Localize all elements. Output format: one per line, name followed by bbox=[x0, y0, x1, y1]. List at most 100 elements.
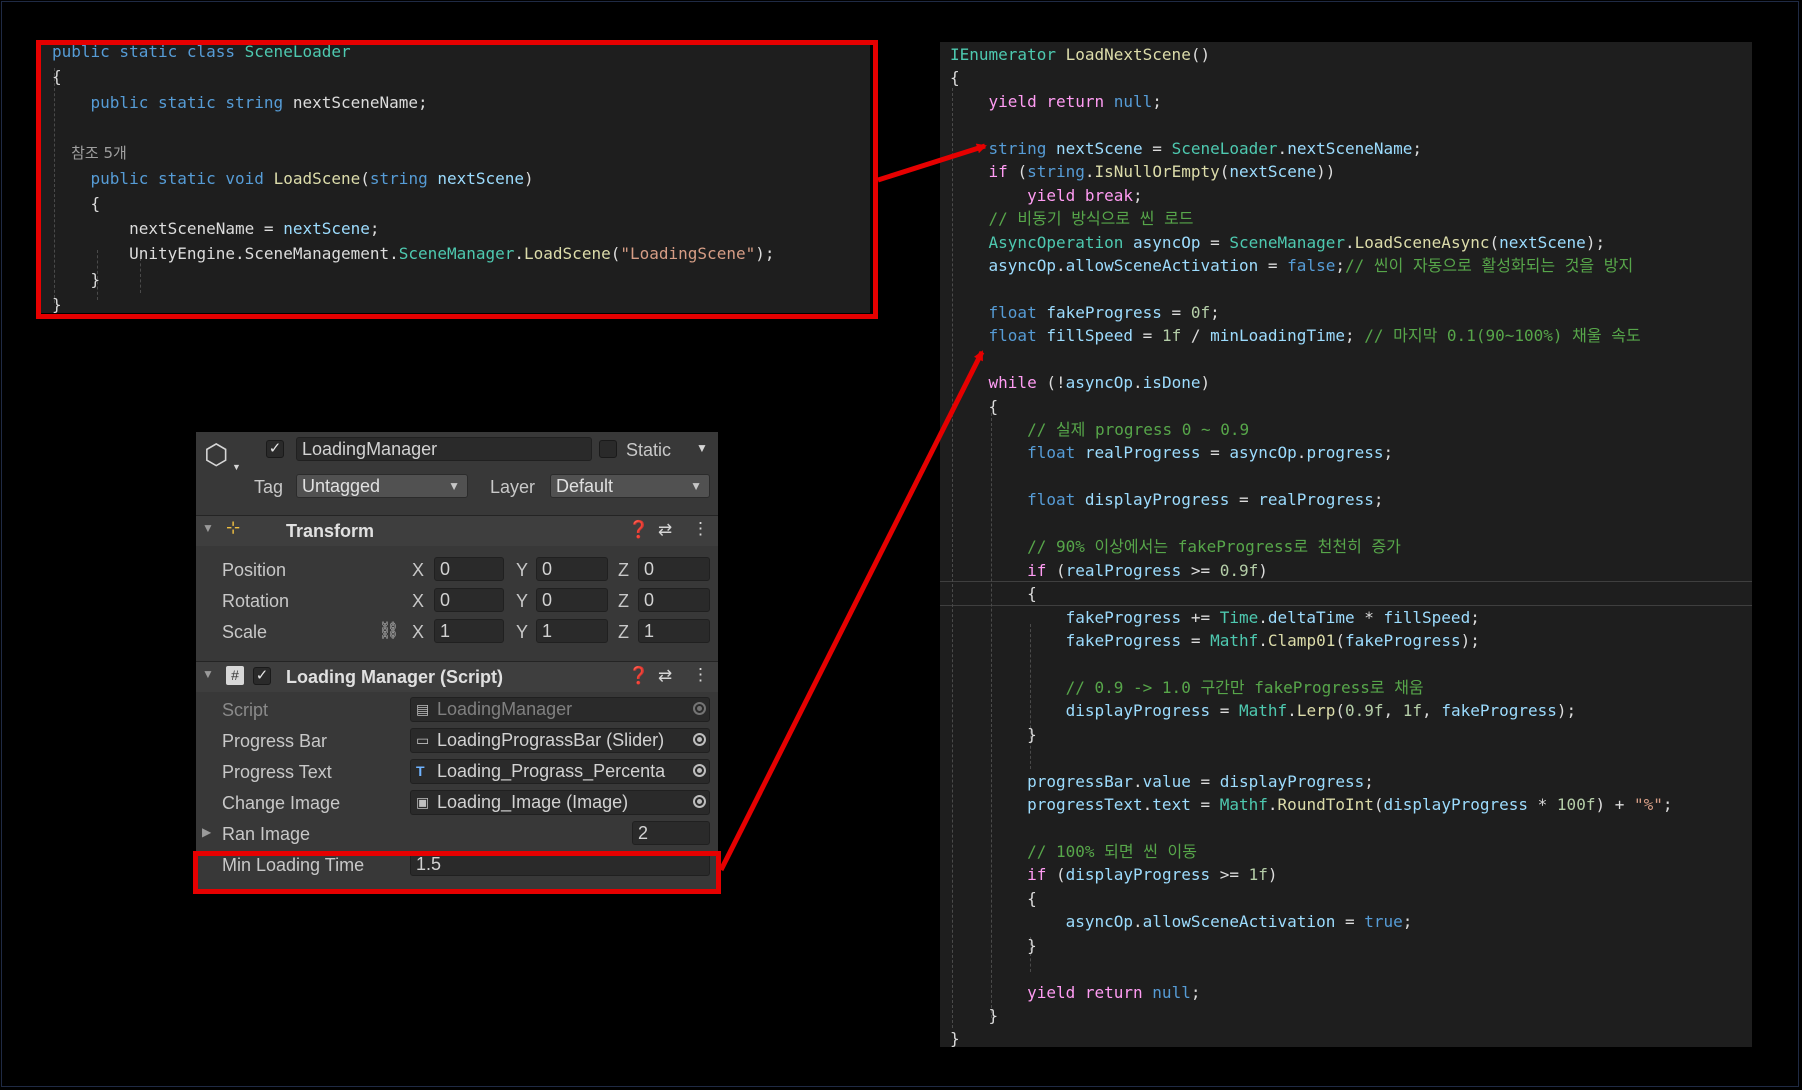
axis-z-label[interactable]: Z bbox=[618, 591, 629, 612]
code-token: // 100% 되면 씬 이동 bbox=[950, 841, 1197, 861]
presets-icon[interactable]: ⇄ bbox=[658, 520, 672, 540]
code-token: realProgress bbox=[1065, 560, 1182, 580]
scale-z-field[interactable]: 1 bbox=[638, 619, 710, 643]
code-line: float fakeProgress = 0f; bbox=[950, 301, 1220, 324]
transform-component-header[interactable]: ▼ ⊹ Transform ❓ ⇄ ⋮ bbox=[196, 515, 718, 546]
code-token: } bbox=[950, 935, 1037, 955]
ran-image-size-field[interactable]: 2 bbox=[632, 821, 710, 845]
static-dropdown-arrow-icon[interactable]: ▼ bbox=[696, 441, 708, 455]
code-token: float bbox=[1027, 443, 1085, 463]
code-line: fakeProgress = Mathf.Clamp01(fakeProgres… bbox=[950, 629, 1480, 652]
code-token: nextScene bbox=[1499, 232, 1586, 252]
position-y-field[interactable]: 0 bbox=[536, 557, 608, 581]
position-x-field[interactable]: 0 bbox=[434, 557, 504, 581]
code-token: . bbox=[1133, 373, 1143, 393]
code-token: . bbox=[1055, 255, 1066, 275]
object-picker-icon[interactable] bbox=[693, 764, 706, 777]
layer-dropdown[interactable]: Default ▼ bbox=[550, 474, 710, 498]
code-token: fillSpeed bbox=[1046, 326, 1134, 346]
axis-z-label[interactable]: Z bbox=[618, 560, 629, 581]
code-token: ( bbox=[1219, 162, 1230, 182]
code-token: asyncOp bbox=[1065, 912, 1134, 932]
script-reference-field: ▤ LoadingManager bbox=[410, 697, 710, 722]
progress-text-reference-field[interactable]: T Loading_Prograss_Percenta bbox=[410, 759, 710, 784]
code-token: yield return bbox=[988, 91, 1114, 111]
code-token: () bbox=[1190, 45, 1211, 64]
progress-bar-label: Progress Bar bbox=[222, 731, 328, 751]
kebab-menu-icon[interactable]: ⋮ bbox=[692, 665, 709, 685]
axis-y-label[interactable]: Y bbox=[516, 591, 528, 612]
chevron-down-icon[interactable]: ▼ bbox=[232, 462, 241, 472]
foldout-arrow-icon[interactable]: ▼ bbox=[202, 667, 214, 681]
code-token: ( bbox=[1017, 162, 1028, 182]
position-z-field[interactable]: 0 bbox=[638, 557, 710, 581]
code-token: 100f bbox=[1556, 795, 1596, 815]
script-component-header[interactable]: ▼ # ✓ Loading Manager (Script) ❓ ⇄ ⋮ bbox=[196, 661, 718, 692]
code-token: = bbox=[1335, 912, 1365, 932]
code-token: . bbox=[1133, 912, 1143, 932]
code-line: float displayProgress = realProgress; bbox=[950, 488, 1383, 511]
tag-dropdown[interactable]: Untagged ▼ bbox=[296, 474, 468, 498]
code-token: ; bbox=[1344, 326, 1365, 346]
code-token: if bbox=[988, 162, 1018, 182]
code-line: } bbox=[950, 934, 1037, 957]
axis-x-label[interactable]: X bbox=[412, 591, 424, 612]
scale-y-field[interactable]: 1 bbox=[536, 619, 608, 643]
code-token: { bbox=[950, 396, 999, 416]
static-checkbox[interactable] bbox=[599, 440, 617, 458]
code-token: while bbox=[988, 373, 1047, 393]
code-token: ; bbox=[1152, 91, 1162, 111]
code-line: // 90% 이상에서는 fakeProgress로 천천히 증가 bbox=[950, 535, 1401, 558]
code-token: deltaTime bbox=[1267, 607, 1355, 627]
text-icon: T bbox=[416, 763, 425, 779]
code-line: if (displayProgress >= 1f) bbox=[950, 863, 1277, 886]
gameobject-name-input[interactable]: LoadingManager bbox=[296, 437, 592, 461]
gameobject-active-checkbox[interactable]: ✓ bbox=[266, 440, 284, 458]
code-token: (! bbox=[1046, 373, 1066, 393]
help-icon[interactable]: ❓ bbox=[628, 520, 649, 540]
ran-image-label[interactable]: Ran Image bbox=[222, 824, 310, 845]
code-token: ; bbox=[1470, 607, 1480, 627]
change-image-reference-field[interactable]: ▣ Loading_Image (Image) bbox=[410, 790, 710, 815]
script-asset-icon: ▤ bbox=[416, 701, 430, 717]
rotation-z-field[interactable]: 0 bbox=[638, 588, 710, 612]
code-token: } bbox=[950, 1029, 960, 1047]
rotation-x-field[interactable]: 0 bbox=[434, 588, 504, 612]
code-token: nextSceneName bbox=[1287, 138, 1413, 158]
code-token: progressBar bbox=[1027, 771, 1134, 791]
code-token: ; bbox=[1402, 912, 1413, 932]
code-token: . bbox=[1084, 162, 1095, 182]
axis-x-label[interactable]: X bbox=[412, 560, 424, 581]
foldout-arrow-icon[interactable]: ▶ bbox=[202, 825, 211, 839]
code-token: text bbox=[1152, 795, 1191, 815]
help-icon[interactable]: ❓ bbox=[628, 666, 649, 686]
kebab-menu-icon[interactable]: ⋮ bbox=[692, 519, 709, 539]
script-enabled-checkbox[interactable]: ✓ bbox=[253, 667, 271, 685]
foldout-arrow-icon[interactable]: ▼ bbox=[202, 521, 214, 535]
constrain-proportions-link-icon[interactable]: ⛓ bbox=[378, 621, 400, 641]
code-token: = bbox=[1142, 138, 1172, 158]
rotation-y-field[interactable]: 0 bbox=[536, 588, 608, 612]
presets-icon[interactable]: ⇄ bbox=[658, 666, 672, 686]
scene-loader-highlight-box bbox=[36, 40, 878, 319]
code-token: RoundToInt bbox=[1277, 795, 1374, 815]
code-line: progressText.text = Mathf.RoundToInt(dis… bbox=[950, 793, 1672, 816]
csharp-script-icon: # bbox=[226, 666, 244, 685]
object-picker-icon[interactable] bbox=[693, 733, 706, 746]
object-picker-icon bbox=[693, 702, 706, 715]
object-picker-icon[interactable] bbox=[693, 795, 706, 808]
code-token: { bbox=[950, 68, 960, 88]
transform-axes-icon: ⊹ bbox=[226, 518, 241, 537]
axis-y-label[interactable]: Y bbox=[516, 560, 528, 581]
progress-bar-reference-field[interactable]: ▭ LoadingPrograssBar (Slider) bbox=[410, 728, 710, 753]
code-token: Mathf bbox=[1210, 631, 1259, 650]
scale-x-field[interactable]: 1 bbox=[434, 619, 504, 643]
axis-y-label[interactable]: Y bbox=[516, 622, 528, 643]
axis-z-label[interactable]: Z bbox=[618, 622, 629, 643]
axis-x-label[interactable]: X bbox=[412, 622, 424, 643]
code-token: // 마지막 0.1(90~100%) 채울 속도 bbox=[1364, 326, 1641, 346]
